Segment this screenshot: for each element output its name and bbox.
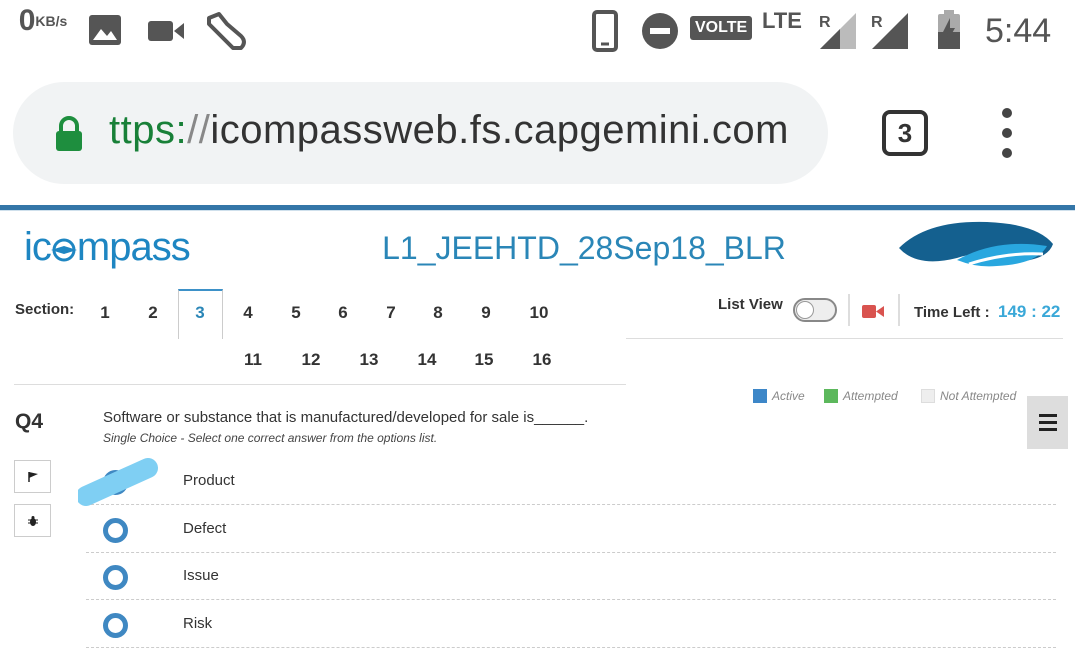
section-tab-15[interactable]: 15	[472, 350, 496, 370]
question-list-menu-button[interactable]	[1027, 396, 1068, 449]
lock-icon[interactable]	[55, 116, 83, 157]
answer-option[interactable]: Product	[86, 458, 1056, 505]
controls-divider	[626, 338, 1063, 339]
url-scheme: ttps:	[109, 108, 188, 152]
flag-icon	[27, 471, 38, 482]
question-text: Software or substance that is manufactur…	[103, 409, 589, 426]
legend-not-attempted-label: Not Attempted	[940, 389, 1017, 403]
question-hint: Single Choice - Select one correct answe…	[103, 431, 438, 445]
section-tab-10[interactable]: 10	[527, 303, 551, 323]
url-separator: //	[187, 108, 211, 152]
legend-attempted: Attempted	[824, 389, 898, 403]
menu-dot	[1002, 128, 1012, 138]
tab-count: 3	[897, 117, 913, 148]
highlight-scribble	[76, 456, 160, 517]
tab-switcher-button[interactable]: 3	[882, 110, 928, 156]
clock-text: 5:44	[985, 12, 1052, 50]
answer-option-label: Defect	[183, 520, 227, 537]
radio-button[interactable]	[103, 565, 128, 590]
radio-button[interactable]	[103, 613, 128, 638]
legend-active-swatch	[753, 389, 767, 403]
section-tab-2[interactable]: 2	[141, 303, 165, 323]
section-tab-4[interactable]: 4	[236, 303, 260, 323]
flag-button[interactable]	[14, 460, 51, 493]
legend-attempted-label: Attempted	[843, 389, 898, 403]
compass-icon	[50, 225, 77, 269]
legend-active-label: Active	[772, 389, 805, 403]
list-view-label: List View	[718, 296, 783, 313]
lte-label: LTE	[762, 8, 802, 34]
url-host: icompassweb.fs.capgemini.com	[210, 108, 789, 152]
section-tab-9[interactable]: 9	[474, 303, 498, 323]
icompass-logo: ic mpass	[24, 225, 191, 270]
bug-icon	[27, 515, 38, 526]
logo-text-start: ic	[24, 225, 52, 269]
question-number: Q4	[15, 410, 44, 433]
lte-text: LTE	[762, 8, 802, 33]
time-left-value: 149 : 22	[998, 302, 1061, 321]
section-tab-16[interactable]: 16	[530, 350, 554, 370]
hamburger-bar	[1038, 428, 1057, 431]
section-tab-3[interactable]: 3	[188, 303, 212, 323]
header-divider-shadow	[0, 210, 1075, 211]
video-camera-icon	[147, 18, 185, 44]
legend-active: Active	[753, 389, 805, 403]
browser-menu-button[interactable]	[995, 108, 1019, 158]
section-tab-5[interactable]: 5	[284, 303, 308, 323]
url-text[interactable]: ttps://icompassweb.fs.capgemini.com	[109, 108, 789, 153]
radio-button[interactable]	[103, 518, 128, 543]
menu-dot	[1002, 148, 1012, 158]
section-tab-12[interactable]: 12	[299, 350, 323, 370]
exam-title: L1_JEEHTD_28Sep18_BLR	[382, 230, 786, 266]
address-bar[interactable]: ttps://icompassweb.fs.capgemini.com	[13, 82, 828, 184]
answer-option[interactable]: Defect	[86, 506, 1056, 553]
answer-option-label: Issue	[183, 567, 219, 584]
section-tab-1[interactable]: 1	[93, 303, 117, 323]
answer-option[interactable]: Risk	[86, 601, 1056, 648]
time-left-label: Time Left :	[914, 304, 990, 321]
list-view-toggle[interactable]	[793, 298, 837, 322]
roaming-indicator-2: R	[871, 14, 883, 31]
phone-icon	[592, 10, 618, 52]
network-speed-unit: KB/s	[35, 13, 68, 29]
section-tab-13[interactable]: 13	[357, 350, 381, 370]
signal-icon: R	[870, 12, 910, 50]
section-label: Section:	[15, 301, 75, 318]
volte-label: VOLTE	[690, 16, 753, 40]
legend-attempted-swatch	[824, 389, 838, 403]
roaming-indicator-1: R	[819, 14, 831, 31]
hamburger-bar	[1038, 414, 1057, 417]
section-tab-6[interactable]: 6	[331, 303, 355, 323]
clock: 5:44	[985, 12, 1051, 51]
battery-charging-icon	[936, 10, 962, 50]
toggle-knob	[796, 301, 814, 319]
network-speed: 0 KB/s	[18, 6, 68, 36]
image-icon	[88, 14, 122, 46]
answer-option-label: Product	[183, 472, 235, 489]
menu-dot	[1002, 108, 1012, 118]
hamburger-bar	[1038, 421, 1057, 424]
volte-badge: VOLTE	[690, 16, 753, 40]
status-bar: 0 KB/s VOLTE LTE R R 5:44	[0, 0, 1075, 68]
answer-option[interactable]: Issue	[86, 553, 1056, 600]
shoe-icon	[205, 10, 249, 52]
capgemini-logo	[897, 218, 1055, 279]
do-not-disturb-icon	[641, 12, 679, 50]
section-tab-14[interactable]: 14	[415, 350, 439, 370]
network-speed-value: 0	[18, 4, 36, 37]
divider	[848, 294, 850, 326]
answer-option-label: Risk	[183, 615, 213, 632]
section-tab-7[interactable]: 7	[379, 303, 403, 323]
signal-icon: R	[818, 12, 858, 50]
section-divider	[14, 384, 626, 385]
report-bug-button[interactable]	[14, 504, 51, 537]
video-camera-icon[interactable]	[862, 304, 884, 324]
legend-not-attempted: Not Attempted	[921, 389, 1016, 403]
section-tab-8[interactable]: 8	[426, 303, 450, 323]
section-tab-11[interactable]: 11	[241, 350, 265, 370]
legend-not-attempted-swatch	[921, 389, 935, 403]
logo-text-end: mpass	[76, 225, 191, 269]
divider	[898, 294, 900, 326]
